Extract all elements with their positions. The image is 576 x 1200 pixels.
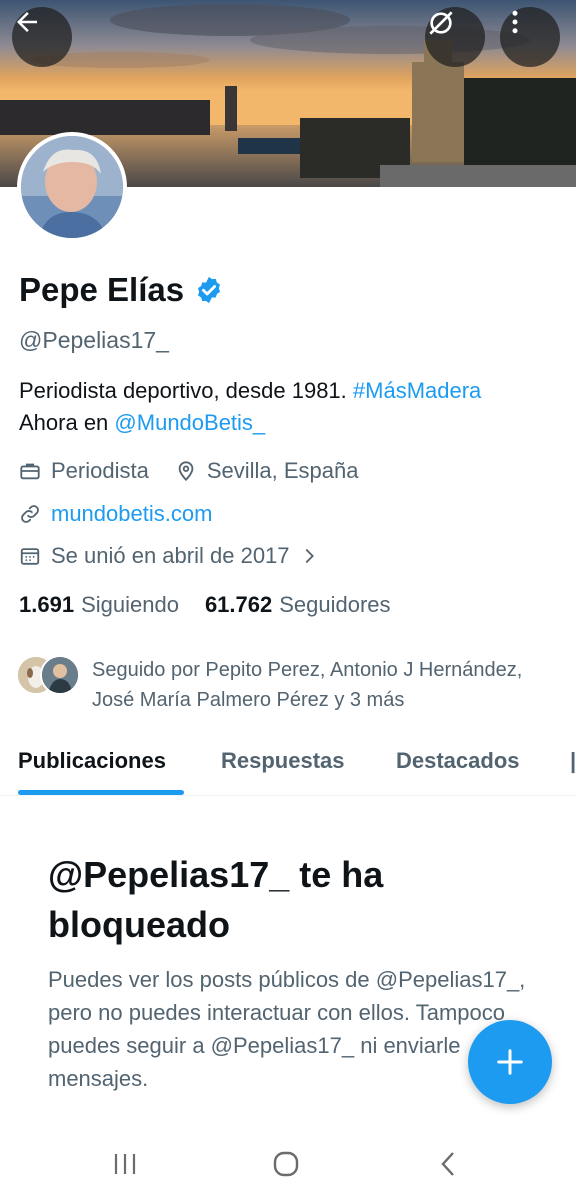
bio-text: Periodista deportivo, desde 1981. (19, 378, 347, 403)
recent-apps-button[interactable] (95, 1146, 155, 1182)
location-text: Sevilla, España (206, 458, 359, 483)
profile-tabs: Publicaciones Respuestas Destacados | (0, 728, 576, 796)
bio-hashtag-link[interactable]: #MásMadera (353, 378, 481, 403)
followed-by[interactable]: Seguido por Pepito Perez, Antonio J Hern… (16, 655, 562, 715)
link-icon (21, 505, 39, 523)
blocked-title: @Pepelias17_ te ha bloqueado (48, 854, 384, 945)
home-icon (273, 1151, 299, 1177)
verified-badge-icon[interactable] (194, 275, 224, 305)
arrow-left-icon (17, 12, 37, 32)
no-circle-icon (429, 11, 453, 35)
location-pin-icon (178, 461, 194, 482)
avatar[interactable] (17, 132, 127, 242)
follower-avatar (40, 655, 80, 695)
more-options-button[interactable] (500, 7, 560, 67)
blocked-description: Puedes ver los posts públicos de @Pepeli… (48, 967, 526, 1091)
tab-publicaciones[interactable]: Publicaciones (18, 748, 166, 774)
follow-stats: 1.691 Siguiendo 61.762 Seguidores (19, 592, 391, 618)
grok-button[interactable] (425, 7, 485, 67)
website-link[interactable]: mundobetis.com (51, 501, 212, 527)
website-row: mundobetis.com (19, 501, 212, 527)
avatar-image (21, 136, 123, 238)
profession-item: Periodista (19, 458, 149, 484)
followed-by-text: Seguido por Pepito Perez, Antonio J Hern… (92, 659, 523, 711)
joined-row[interactable]: Se unió en abril de 2017 (19, 543, 320, 569)
profile-bio: Periodista deportivo, desde 1981. #MásMa… (19, 375, 564, 439)
back-button[interactable] (12, 7, 72, 67)
follower-avatar-image (42, 657, 78, 693)
calendar-icon (20, 548, 40, 565)
profile-meta-row: Periodista Sevilla, España (19, 458, 359, 484)
tab-next-partial[interactable]: | (570, 748, 576, 774)
following-label: Siguiendo (81, 592, 179, 617)
joined-text: Se unió en abril de 2017 (51, 543, 290, 568)
profession-text: Periodista (51, 458, 149, 483)
home-button[interactable] (256, 1146, 316, 1182)
plus-icon (497, 1049, 523, 1075)
location-item: Sevilla, España (175, 458, 359, 484)
tab-respuestas[interactable]: Respuestas (221, 748, 345, 774)
system-nav-bar (0, 1128, 576, 1200)
profile-handle: @Pepelias17_ (19, 327, 169, 353)
name-row: Pepe Elías (19, 271, 224, 309)
profile-name: Pepe Elías (19, 271, 185, 308)
more-vertical-icon (512, 10, 518, 34)
compose-button[interactable] (468, 1020, 552, 1104)
chevron-right-icon (305, 548, 314, 564)
bio-line2-text: Ahora en (19, 410, 109, 435)
followers-stat[interactable]: 61.762 Seguidores (205, 592, 391, 618)
recent-apps-icon (114, 1154, 136, 1174)
following-count: 1.691 (19, 592, 75, 617)
active-tab-indicator (18, 790, 184, 795)
briefcase-icon (20, 463, 40, 480)
followers-label: Seguidores (279, 592, 391, 617)
bio-mention-link[interactable]: @MundoBetis_ (114, 410, 265, 435)
tab-destacados[interactable]: Destacados (396, 748, 520, 774)
chevron-left-icon (441, 1152, 454, 1176)
followers-count: 61.762 (204, 592, 273, 617)
system-back-button[interactable] (418, 1146, 478, 1182)
following-stat[interactable]: 1.691 Siguiendo (19, 592, 179, 618)
